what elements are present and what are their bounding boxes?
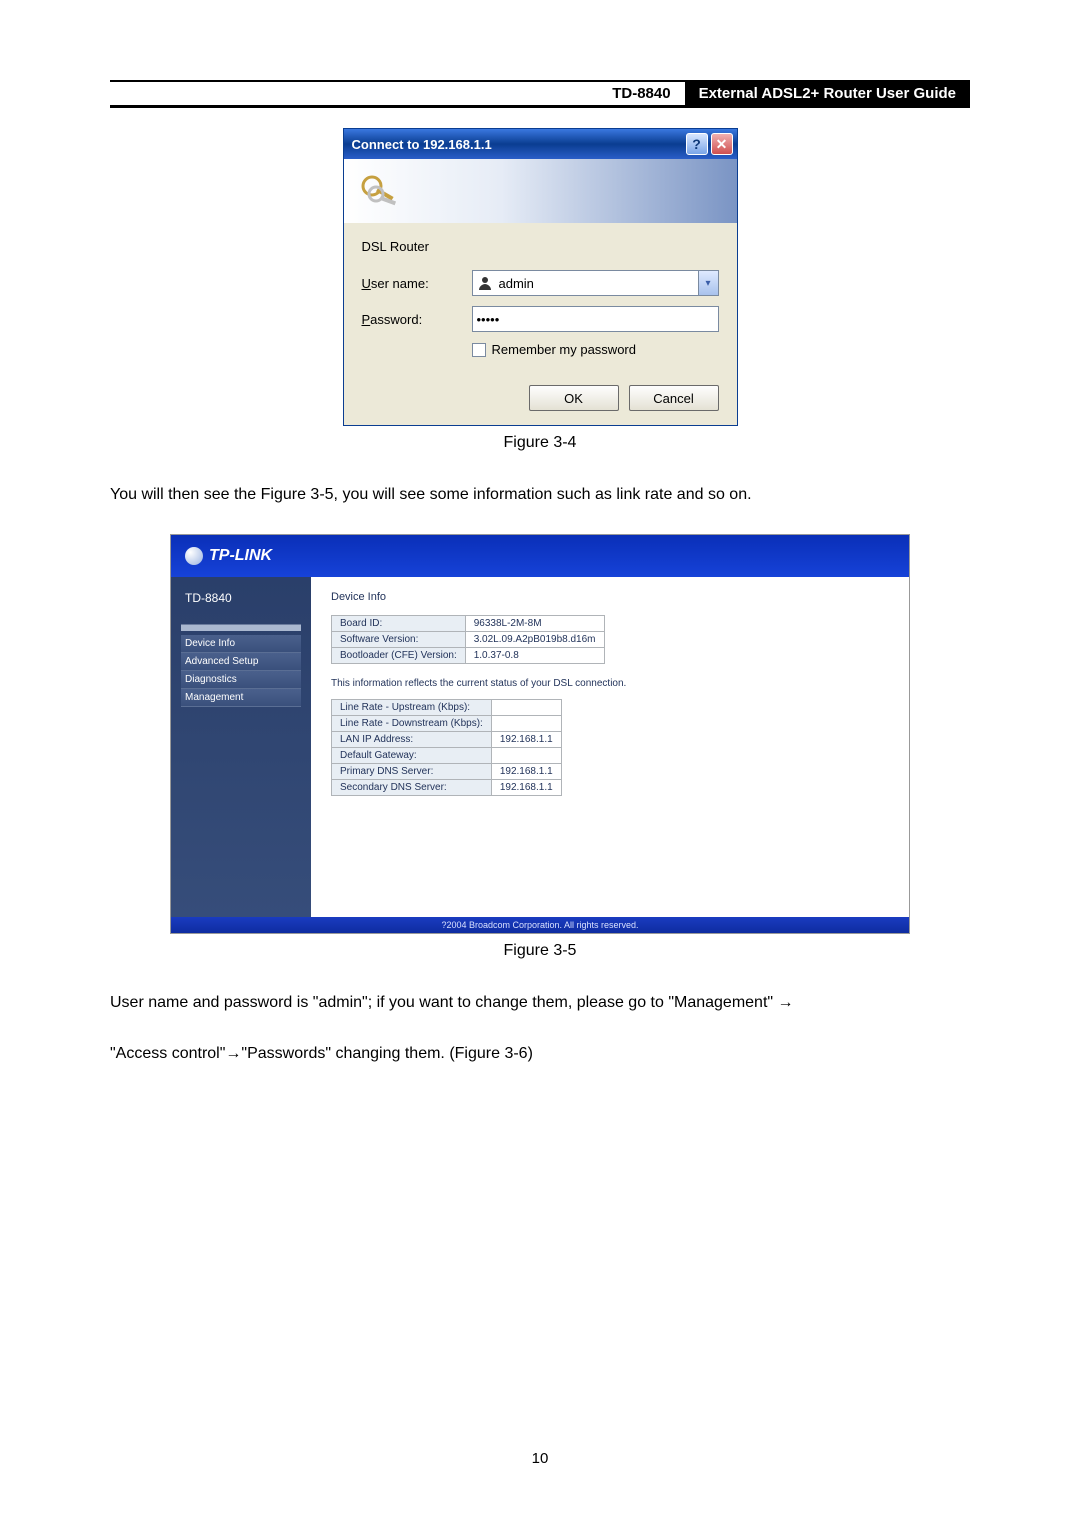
figure-caption-3-4: Figure 3-4	[110, 434, 970, 452]
cell-downstream-label: Line Rate - Downstream (Kbps):	[332, 715, 492, 731]
username-label: User name:	[362, 276, 472, 291]
keys-icon	[356, 168, 402, 214]
body-paragraph-2: User name and password is "admin"; if yo…	[110, 990, 970, 1016]
header-title: External ADSL2+ Router User Guide	[685, 82, 970, 105]
username-value: admin	[499, 276, 534, 291]
cell-board-id-label: Board ID:	[332, 615, 466, 631]
auth-realm-label: DSL Router	[362, 239, 719, 254]
tplink-logo: TP-LINK	[185, 547, 272, 565]
system-info-table: Board ID:96338L-2M-8M Software Version:3…	[331, 615, 605, 664]
cell-board-id-value: 96338L-2M-8M	[465, 615, 604, 631]
cell-software-version-value: 3.02L.09.A2pB019b8.d16m	[465, 631, 604, 647]
admin-sidebar: TD-8840 Device Info Advanced Setup Diagn…	[171, 577, 311, 917]
ok-button[interactable]: OK	[529, 385, 619, 411]
body-paragraph-3: "Access control"→"Passwords" changing th…	[110, 1041, 970, 1067]
admin-topbar: TP-LINK	[171, 535, 909, 577]
cell-secondary-dns-label: Secondary DNS Server:	[332, 779, 492, 795]
tplink-logo-icon	[185, 547, 203, 565]
cell-bootloader-value: 1.0.37-0.8	[465, 647, 604, 663]
sidebar-item-management[interactable]: Management	[181, 689, 301, 707]
sidebar-model: TD-8840	[181, 591, 301, 605]
admin-content: Device Info Board ID:96338L-2M-8M Softwa…	[311, 577, 909, 917]
content-heading: Device Info	[331, 591, 889, 603]
cell-lan-ip-label: LAN IP Address:	[332, 731, 492, 747]
router-admin-screenshot: TP-LINK TD-8840 Device Info Advanced Set…	[170, 534, 910, 934]
remember-label: Remember my password	[492, 342, 637, 357]
cell-downstream-value	[491, 715, 561, 731]
remember-checkbox[interactable]	[472, 343, 486, 357]
cell-gateway-value	[491, 747, 561, 763]
password-input[interactable]: •••••	[472, 306, 719, 332]
help-button[interactable]: ?	[686, 133, 708, 155]
password-value: •••••	[477, 312, 500, 327]
cell-secondary-dns-value: 192.168.1.1	[491, 779, 561, 795]
close-icon: ✕	[716, 136, 728, 153]
username-combobox[interactable]: admin ▾	[472, 270, 719, 296]
cell-primary-dns-value: 192.168.1.1	[491, 763, 561, 779]
body-paragraph-1: You will then see the Figure 3-5, you wi…	[110, 482, 970, 508]
help-icon: ?	[692, 136, 701, 152]
sidebar-separator	[181, 615, 301, 631]
admin-footer: ?2004 Broadcom Corporation. All rights r…	[171, 917, 909, 933]
figure-caption-3-5: Figure 3-5	[110, 942, 970, 960]
cell-upstream-value	[491, 699, 561, 715]
status-note: This information reflects the current st…	[331, 678, 889, 689]
sidebar-item-device-info[interactable]: Device Info	[181, 635, 301, 653]
cell-lan-ip-value: 192.168.1.1	[491, 731, 561, 747]
header-model: TD-8840	[598, 82, 684, 105]
connection-info-table: Line Rate - Upstream (Kbps): Line Rate -…	[331, 699, 562, 796]
chevron-down-icon[interactable]: ▾	[698, 271, 718, 295]
cell-bootloader-label: Bootloader (CFE) Version:	[332, 647, 466, 663]
cell-software-version-label: Software Version:	[332, 631, 466, 647]
password-label: Password:	[362, 312, 472, 327]
cancel-button[interactable]: Cancel	[629, 385, 719, 411]
cell-gateway-label: Default Gateway:	[332, 747, 492, 763]
close-button[interactable]: ✕	[711, 133, 733, 155]
auth-banner	[344, 159, 737, 223]
auth-dialog-title: Connect to 192.168.1.1	[352, 137, 492, 152]
auth-dialog: Connect to 192.168.1.1 ? ✕ DSL Router Us…	[343, 128, 738, 426]
page-number: 10	[0, 1450, 1080, 1467]
person-icon	[477, 275, 493, 291]
sidebar-item-advanced-setup[interactable]: Advanced Setup	[181, 653, 301, 671]
cell-primary-dns-label: Primary DNS Server:	[332, 763, 492, 779]
cell-upstream-label: Line Rate - Upstream (Kbps):	[332, 699, 492, 715]
page-header: TD-8840 External ADSL2+ Router User Guid…	[110, 80, 970, 108]
auth-titlebar: Connect to 192.168.1.1 ? ✕	[344, 129, 737, 159]
sidebar-item-diagnostics[interactable]: Diagnostics	[181, 671, 301, 689]
